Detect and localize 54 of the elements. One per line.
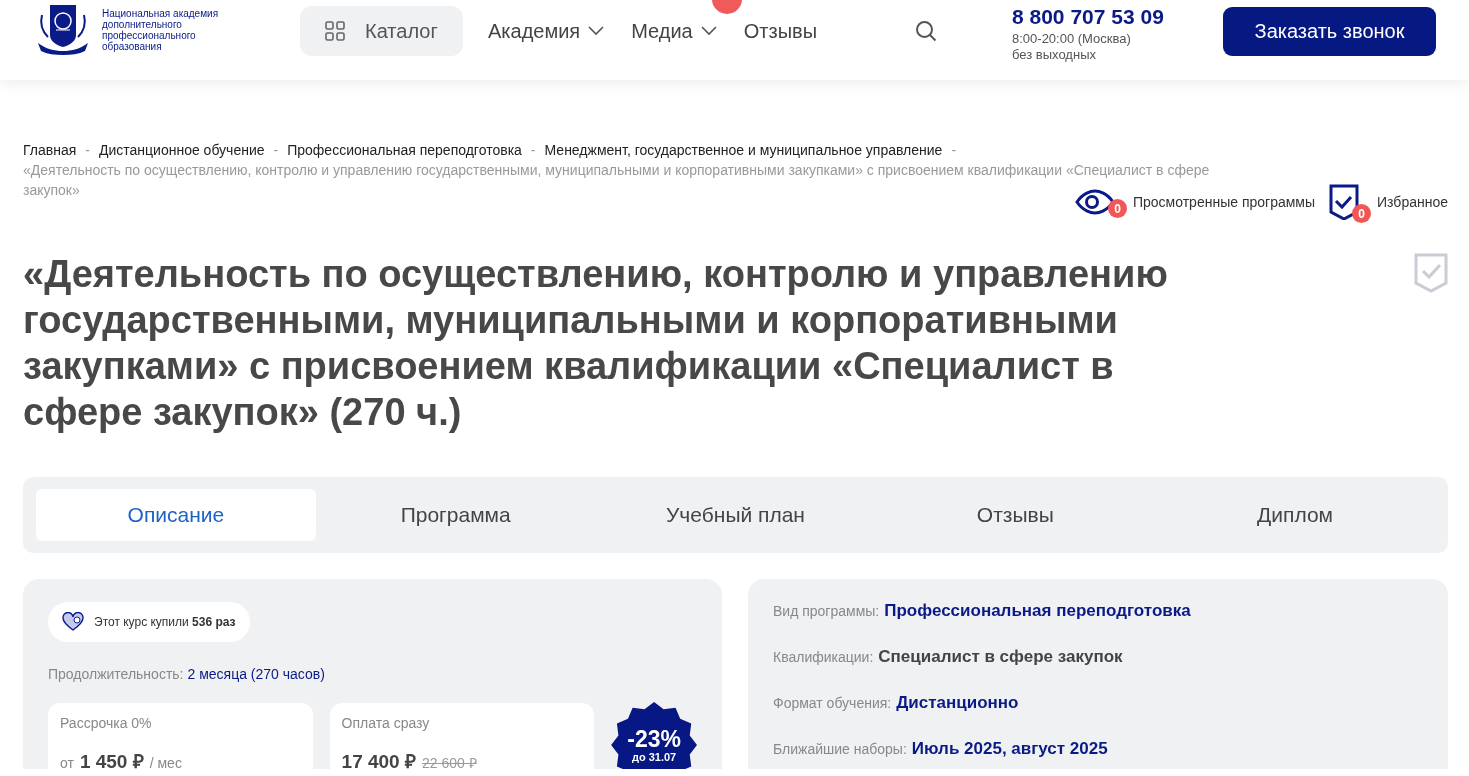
tab[interactable]: Диплом (1155, 489, 1435, 541)
logo-icon[interactable] (36, 3, 90, 55)
eye-icon (1074, 189, 1115, 215)
catalog-button[interactable]: Каталог (300, 6, 463, 56)
price-card[interactable]: Рассрочка 0% от 1 450 ₽ / мес (48, 703, 313, 769)
old-price: 22 600 ₽ (422, 754, 477, 769)
tab[interactable]: Отзывы (875, 489, 1156, 541)
breadcrumb-separator: - (273, 142, 279, 158)
breadcrumb-separator: - (951, 142, 957, 158)
tab[interactable]: Учебный план (595, 489, 876, 541)
price-amount: 17 400 ₽ (341, 750, 416, 769)
detail-value: Дистанционно (896, 693, 1019, 713)
detail-label: Ближайшие наборы: (773, 741, 907, 757)
breadcrumb-link[interactable]: Профессиональная переподготовка (287, 142, 522, 158)
tab[interactable]: Описание (36, 489, 316, 541)
breadcrumb-separator: - (85, 142, 90, 158)
count-badge: 0 (1107, 199, 1127, 218)
heart-icon (62, 612, 84, 632)
nav-link[interactable]: Медиа (631, 19, 717, 43)
detail-label: Квалификации: (773, 649, 874, 665)
count-badge: 0 (1352, 204, 1372, 223)
duration-value: 2 месяца (270 часов) (187, 666, 325, 682)
discount-badge: -23% до 31.07 (611, 702, 697, 769)
price-card[interactable]: Оплата сразу 17 400 ₽ 22 600 ₽ (329, 703, 595, 769)
price-label: Рассрочка 0% (60, 715, 153, 731)
detail-label: Формат обучения: (773, 695, 892, 711)
price-amount: 1 450 ₽ (79, 750, 144, 769)
breadcrumb-link[interactable]: Главная (23, 142, 77, 158)
detail-label: Вид программы: (773, 603, 880, 619)
shield-check-icon (1329, 184, 1360, 220)
callback-button[interactable]: Заказать звонок (1223, 6, 1436, 56)
nav-link[interactable]: Отзывы (743, 19, 817, 43)
bookmark-check-icon[interactable] (1414, 253, 1448, 293)
purchases-text: Этот курс купили 536 раз (94, 615, 236, 629)
price-suffix: / мес (149, 755, 182, 769)
logo-text[interactable]: Национальная академия дополнительного профессионального образования (102, 8, 228, 52)
price-label: Оплата сразу (341, 715, 431, 731)
course-title: «Деятельность по осуществлению, контролю и управлению государственными, муниципальными и корпоративными закупками» с присвоением квалификации «Специалист в сфере закупок» (270 ч.) (23, 252, 1169, 435)
duration-label: Продолжительность: (48, 666, 184, 682)
breadcrumb-separator: - (530, 142, 536, 158)
working-hours: без выходных (1012, 48, 1097, 61)
detail-value: Июль 2025, август 2025 (911, 739, 1108, 759)
phone-number[interactable]: 8 800 707 53 09 (1012, 5, 1223, 29)
grid-icon (325, 21, 345, 41)
price-prefix: от (60, 755, 74, 769)
breadcrumb-link[interactable]: Дистанционное обучение (98, 142, 265, 158)
tab[interactable]: Программа (315, 489, 596, 541)
working-hours: 8:00-20:00 (Москва) (1012, 32, 1132, 45)
detail-value: Специалист в сфере закупок (878, 647, 1123, 667)
nav-link[interactable]: Академия (488, 19, 605, 43)
counter-link[interactable]: 0 Избранное (1329, 184, 1448, 220)
breadcrumb-link[interactable]: Менеджмент, государственное и муниципальное управление (544, 142, 943, 158)
detail-value: Профессиональная переподготовка (884, 601, 1191, 621)
search-icon[interactable] (915, 20, 937, 42)
